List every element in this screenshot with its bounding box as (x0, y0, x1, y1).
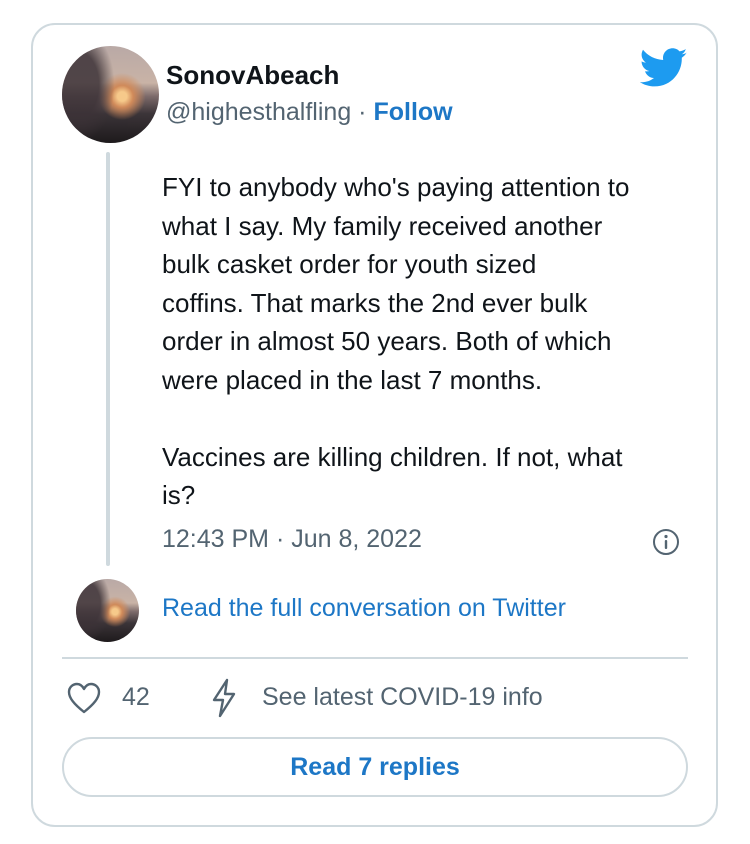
covid-info-link[interactable]: See latest COVID-19 info (262, 683, 543, 712)
author-display-name[interactable]: SonovAbeach (166, 60, 339, 91)
handle-separator: · (358, 98, 367, 126)
author-handle[interactable]: @highesthalfling (166, 98, 351, 126)
conversation-avatar[interactable] (76, 579, 139, 642)
author-handle-row: @highesthalfling · Follow (166, 98, 453, 127)
lightning-bolt-icon[interactable] (210, 678, 238, 718)
follow-button[interactable]: Follow (373, 98, 452, 126)
divider (62, 657, 688, 659)
twitter-bird-icon[interactable] (640, 48, 688, 88)
like-count: 42 (122, 683, 150, 711)
info-icon[interactable] (652, 528, 680, 556)
tweet-timestamp[interactable]: 12:43 PM · Jun 8, 2022 (162, 525, 422, 554)
read-full-conversation-link[interactable]: Read the full conversation on Twitter (162, 594, 566, 623)
heart-icon[interactable] (66, 681, 102, 715)
author-avatar[interactable] (62, 46, 159, 143)
read-replies-button[interactable]: Read 7 replies (62, 737, 688, 797)
tweet-text: FYI to anybody who's paying attention to… (162, 172, 630, 510)
thread-line (106, 152, 110, 566)
